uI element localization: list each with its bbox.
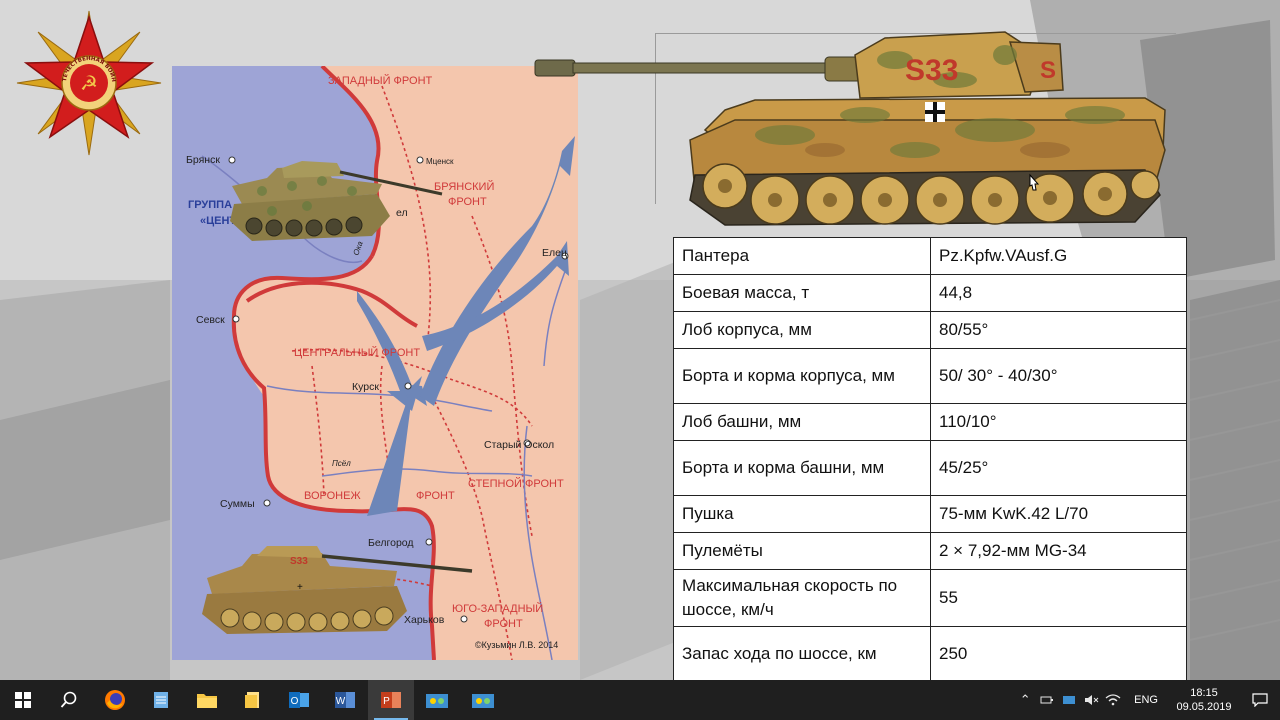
- spec-value-cell: 50/ 30° - 40/30°: [930, 348, 1187, 404]
- outlook-icon: O: [289, 692, 309, 708]
- network-app-icon-2: [472, 694, 494, 708]
- spec-value-cell: 250: [930, 625, 1187, 680]
- table-row: Борта и корма башни, мм 45/25°: [673, 440, 1187, 496]
- clock-date: 09.05.2019: [1176, 701, 1232, 713]
- notepad-icon: [154, 692, 168, 708]
- search-icon: [60, 691, 77, 708]
- svg-text:O: O: [291, 696, 299, 707]
- battery-icon: [1040, 696, 1054, 704]
- taskbar-files[interactable]: [230, 680, 276, 720]
- network-app-icon: [426, 694, 448, 708]
- clock[interactable]: 18:15 09.05.2019: [1168, 686, 1240, 714]
- windows-taskbar: O W P ⌃ ENG 18:15 09.05.2019: [0, 680, 1280, 720]
- table-row: Боевая масса, т 44,8: [673, 274, 1187, 312]
- table-row: Борта и корма корпуса, мм 50/ 30° - 40/30…: [673, 348, 1187, 404]
- presentation-slide: ☭ ОТЕЧЕСТВЕННАЯ ВОЙНА: [0, 0, 1280, 680]
- tray-network-status[interactable]: [1036, 680, 1058, 720]
- spec-value-cell: Pz.Kpfw.VAusf.G: [930, 237, 1187, 275]
- powerpoint-icon: P: [381, 692, 401, 708]
- tray-wifi[interactable]: [1102, 680, 1124, 720]
- spec-value-cell: 44,8: [930, 274, 1187, 312]
- taskbar-outlook[interactable]: O: [276, 680, 322, 720]
- volume-muted-icon: [1085, 695, 1099, 705]
- table-row: Пулемёты 2 × 7,92-мм MG-34: [673, 532, 1187, 570]
- tray-app-icon: [1063, 696, 1076, 704]
- chevron-up-icon: ⌃: [1019, 692, 1031, 707]
- action-center-button[interactable]: [1240, 680, 1280, 720]
- spec-name-cell: Запас хода по шоссе, км: [673, 625, 931, 680]
- table-row: Лоб корпуса, мм 80/55°: [673, 311, 1187, 349]
- taskbar-firefox[interactable]: [92, 680, 138, 720]
- table-row: Лоб башни, мм 110/10°: [673, 403, 1187, 441]
- taskbar-network-app-2[interactable]: [460, 680, 506, 720]
- spec-name-cell: Лоб башни, мм: [673, 403, 931, 441]
- start-button[interactable]: [0, 680, 46, 720]
- table-row: Пушка 75-мм KwK.42 L/70: [673, 495, 1187, 533]
- tray-app[interactable]: [1058, 680, 1080, 720]
- spec-name-cell: Пантера: [673, 237, 931, 275]
- spec-value-cell: 45/25°: [930, 440, 1187, 496]
- spec-value-cell: 2 × 7,92-мм MG-34: [930, 532, 1187, 570]
- table-row: Максимальная скорость по шоссе, км/ч 55: [673, 569, 1187, 627]
- clock-time: 18:15: [1190, 687, 1218, 699]
- tray-chevron[interactable]: ⌃: [1014, 680, 1036, 720]
- word-icon: W: [335, 692, 355, 708]
- spec-name-cell: Борта и корма башни, мм: [673, 440, 931, 496]
- spec-name-cell: Пулемёты: [673, 532, 931, 570]
- spec-value-cell: 55: [930, 569, 1187, 627]
- taskbar-file-explorer[interactable]: [184, 680, 230, 720]
- svg-text:W: W: [336, 696, 346, 707]
- spec-value-cell: 80/55°: [930, 311, 1187, 349]
- wifi-icon: [1105, 694, 1121, 706]
- spec-value-cell: 110/10°: [930, 403, 1187, 441]
- system-tray: ⌃ ENG 18:15 09.05.2019: [1014, 680, 1280, 720]
- table-row: Запас хода по шоссе, км 250: [673, 625, 1187, 680]
- windows-logo-icon: [15, 692, 31, 708]
- file-explorer-icon: [197, 694, 217, 708]
- spec-value-cell: 75-мм KwK.42 L/70: [930, 495, 1187, 533]
- spec-name-cell: Максимальная скорость по шоссе, км/ч: [673, 569, 931, 627]
- spec-name-cell: Лоб корпуса, мм: [673, 311, 931, 349]
- tray-volume[interactable]: [1080, 680, 1102, 720]
- notification-icon: [1252, 693, 1268, 707]
- files-icon: [245, 692, 259, 708]
- search-button[interactable]: [46, 680, 92, 720]
- svg-text:P: P: [383, 696, 390, 707]
- table-row: Пантера Pz.Kpfw.VAusf.G: [673, 237, 1187, 275]
- input-language[interactable]: ENG: [1124, 694, 1168, 706]
- taskbar-notepad[interactable]: [138, 680, 184, 720]
- spec-name-cell: Боевая масса, т: [673, 274, 931, 312]
- firefox-icon: [105, 690, 125, 710]
- taskbar-powerpoint[interactable]: P: [368, 680, 414, 720]
- taskbar-word[interactable]: W: [322, 680, 368, 720]
- taskbar-network-app[interactable]: [414, 680, 460, 720]
- spec-name-cell: Борта и корма корпуса, мм: [673, 348, 931, 404]
- spec-name-cell: Пушка: [673, 495, 931, 533]
- table-clip: Пантера Pz.Kpfw.VAusf.G Боевая масса, т 44,…: [0, 0, 1280, 680]
- panther-spec-table: Пантера Pz.Kpfw.VAusf.G Боевая масса, т 44,…: [673, 237, 1187, 680]
